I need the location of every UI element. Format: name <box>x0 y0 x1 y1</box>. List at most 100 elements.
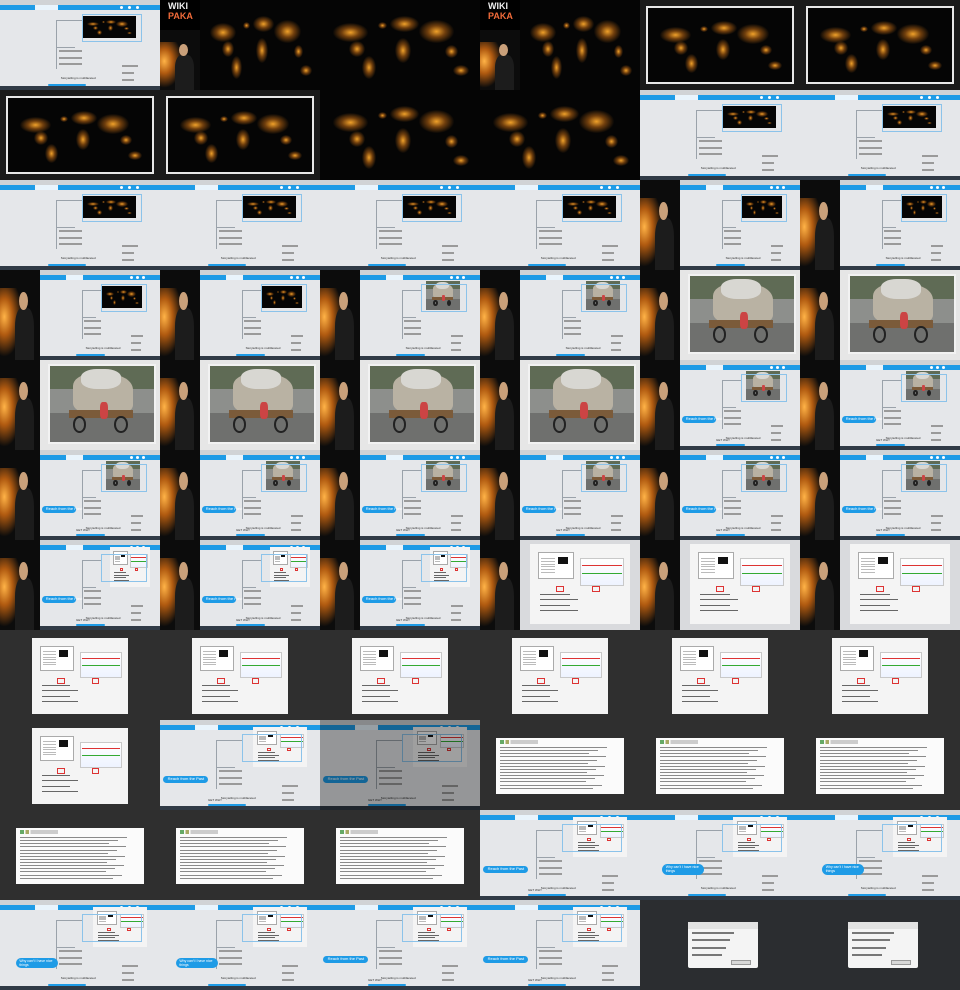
frame-map-full[interactable] <box>320 90 480 180</box>
toolbar-tab[interactable] <box>66 455 84 460</box>
mindmap-node[interactable] <box>84 333 102 335</box>
toolbar-button[interactable] <box>120 186 123 189</box>
frame-dark-dialog[interactable] <box>640 900 800 990</box>
embedded-frame[interactable] <box>561 913 623 943</box>
mindmap-node[interactable] <box>404 500 422 503</box>
toolbar-button[interactable] <box>290 276 293 279</box>
node-story[interactable]: Storytelling is multifaceted <box>221 977 256 981</box>
embedded-frame[interactable] <box>261 553 307 583</box>
past-bubble-label[interactable]: Reach from the Past <box>488 956 524 961</box>
toolbar-button[interactable] <box>770 456 773 459</box>
toolbar-button[interactable] <box>440 186 443 189</box>
frame-speaker-mindmap[interactable]: Storytelling is multifaceted Reach from t… <box>800 450 960 540</box>
toolbar-button[interactable] <box>616 186 619 189</box>
mindmap-node-right[interactable] <box>131 604 144 607</box>
dialog-button[interactable] <box>891 959 911 965</box>
past-bubble[interactable]: Reach from the Past <box>522 505 562 513</box>
frame-speaker-mindmap[interactable]: Storytelling is multifaceted Reach from t… <box>320 540 480 630</box>
embedded-frame[interactable] <box>401 913 463 943</box>
node-story[interactable]: Storytelling is multifaceted <box>61 977 96 981</box>
toolbar-tab[interactable] <box>35 5 58 10</box>
toolbar-button[interactable] <box>296 276 299 279</box>
mindmap-node-right[interactable] <box>611 334 624 337</box>
toolbar-button[interactable] <box>776 456 779 459</box>
mindmap-node-right[interactable] <box>281 972 295 974</box>
past-bubble[interactable]: Reach from the Past <box>42 505 82 513</box>
toolbar-tab[interactable] <box>546 275 564 280</box>
toolbar-button[interactable] <box>142 456 145 459</box>
frame-speaker-mindmap[interactable]: Storytelling is multifaceted <box>480 270 640 360</box>
toolbar-button[interactable] <box>136 456 139 459</box>
toolbar-button[interactable] <box>782 366 785 369</box>
mindmap-node[interactable] <box>859 146 882 149</box>
past-bubble[interactable]: Reach from the Past <box>842 415 882 423</box>
mindmap-node[interactable] <box>219 956 242 959</box>
mindmap-node-right[interactable] <box>121 259 135 262</box>
toolbar-tab[interactable] <box>546 455 564 460</box>
past-bubble-label[interactable]: Reach from the Past <box>686 416 722 421</box>
toolbar-button[interactable] <box>782 186 785 189</box>
toolbar-button[interactable] <box>776 366 779 369</box>
mindmap-node[interactable] <box>404 320 422 323</box>
got-why-node[interactable]: GET WHY <box>716 528 730 532</box>
toolbar-button[interactable] <box>928 96 931 99</box>
frame-speaker-doc[interactable] <box>800 540 960 630</box>
node-story[interactable]: Storytelling is multifaceted <box>61 77 96 81</box>
mindmap-node[interactable] <box>404 603 422 605</box>
mindmap-node[interactable] <box>219 950 242 953</box>
past-bubble-label[interactable]: Reach from the Past <box>686 506 722 511</box>
mindmap-node-right[interactable] <box>611 349 621 352</box>
frame-mindmap-map[interactable]: Storytelling is multifaceted <box>320 180 480 270</box>
frame-dark-text[interactable] <box>320 810 480 900</box>
node-story[interactable]: Storytelling is multifaceted <box>886 527 921 531</box>
mindmap-node[interactable] <box>59 963 82 965</box>
node-story[interactable]: Storytelling is multifaceted <box>381 257 416 261</box>
toolbar-tab[interactable] <box>226 545 244 550</box>
toolbar-button[interactable] <box>456 456 459 459</box>
frame-mindmap-map[interactable]: Storytelling is multifaceted <box>0 180 160 270</box>
mindmap-node-right[interactable] <box>761 882 775 884</box>
toolbar-button[interactable] <box>142 276 145 279</box>
toolbar-button[interactable] <box>288 186 291 189</box>
mindmap-node[interactable] <box>539 243 562 245</box>
node-story[interactable]: Storytelling is multifaceted <box>566 347 601 351</box>
embedded-frame[interactable] <box>561 823 623 853</box>
node-story[interactable]: Storytelling is multifaceted <box>701 167 736 171</box>
toolbar-button[interactable] <box>930 186 933 189</box>
mindmap-node[interactable] <box>244 326 262 329</box>
mindmap-node[interactable] <box>859 860 882 863</box>
mindmap-node-right[interactable] <box>921 874 938 877</box>
mindmap-node[interactable] <box>539 950 562 953</box>
node-story[interactable]: Storytelling is multifaceted <box>541 887 576 891</box>
toolbar-button[interactable] <box>302 276 305 279</box>
embedded-frame[interactable] <box>901 373 947 403</box>
why-bubble-label[interactable]: Why can't I have nice things <box>19 959 52 968</box>
frame-mindmap-past-doc2[interactable]: Storytelling is multifaceted Reach from t… <box>480 900 640 990</box>
frame-speaker-mindmap[interactable]: Storytelling is multifaceted Reach from t… <box>160 450 320 540</box>
mindmap-node-right[interactable] <box>771 424 784 427</box>
mindmap-node-right[interactable] <box>281 252 295 254</box>
mindmap-node-right[interactable] <box>761 889 775 892</box>
embedded-frame[interactable] <box>101 553 147 583</box>
frame-mindmap-doc-past[interactable]: Storytelling is multifaceted Reach from t… <box>160 720 320 810</box>
toolbar-button[interactable] <box>936 366 939 369</box>
mindmap-node-right[interactable] <box>441 259 455 262</box>
mindmap-node-right[interactable] <box>451 342 461 344</box>
mindmap-node-right[interactable] <box>771 522 781 524</box>
mindmap-node-right[interactable] <box>601 964 618 967</box>
got-why-node[interactable]: GET WHY <box>236 528 250 532</box>
toolbar-button[interactable] <box>128 186 131 189</box>
dialog-option[interactable] <box>692 932 735 935</box>
mindmap-node[interactable] <box>884 236 902 239</box>
frame-dark-doc[interactable] <box>480 630 640 720</box>
embedded-frame[interactable] <box>901 193 947 223</box>
frame-speaker-mindmap[interactable]: Storytelling is multifaceted Reach from t… <box>0 540 160 630</box>
toolbar-tab[interactable] <box>706 455 724 460</box>
mindmap-node-right[interactable] <box>761 169 775 172</box>
mindmap-node[interactable] <box>379 236 402 239</box>
node-story[interactable]: Storytelling is multifaceted <box>701 887 736 891</box>
mindmap-node-right[interactable] <box>451 612 461 614</box>
embedded-frame[interactable] <box>721 103 783 133</box>
toolbar-button[interactable] <box>302 456 305 459</box>
past-bubble[interactable]: Reach from the Past <box>202 595 242 603</box>
